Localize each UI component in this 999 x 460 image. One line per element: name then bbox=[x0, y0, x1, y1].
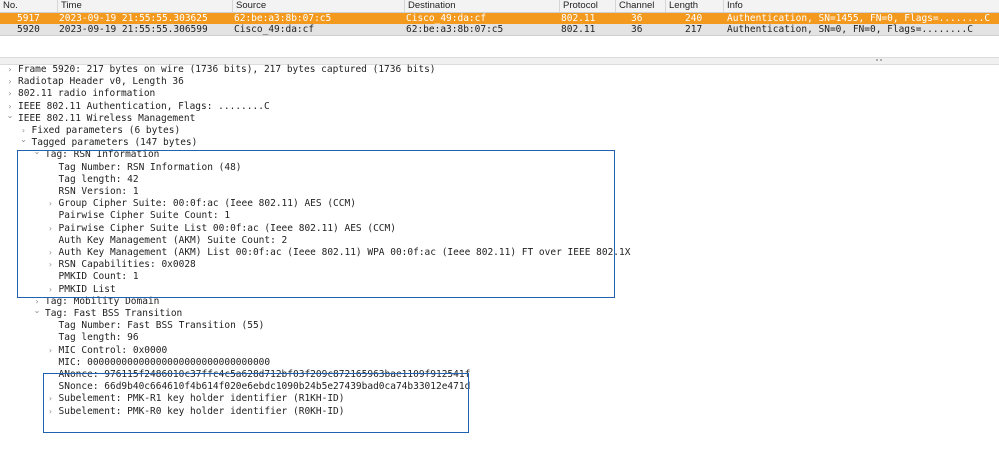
detail-line-text: MIC Control: 0x0000 bbox=[58, 344, 168, 356]
packet-info: Authentication, SN=1455, FN=0, Flags=...… bbox=[727, 13, 991, 24]
packet-length: 217 bbox=[685, 24, 703, 35]
chevron-right-icon[interactable]: › bbox=[47, 247, 55, 259]
detail-line-text: Group Cipher Suite: 00:0f:ac (Ieee 802.1… bbox=[58, 198, 356, 210]
splitter-grip-icon bbox=[876, 58, 882, 61]
packet-time: 2023-09-19 21:55:55.303625 bbox=[59, 13, 208, 24]
chevron-down-icon[interactable]: ⌄ bbox=[6, 110, 14, 122]
detail-line-text: RSN Version: 1 bbox=[58, 186, 139, 197]
detail-line-text: Tag length: 42 bbox=[58, 173, 139, 185]
detail-line-text: MIC: 00000000000000000000000000000000 bbox=[58, 356, 271, 368]
detail-line-text: Pairwise Cipher Suite List 00:0f:ac (Iee… bbox=[58, 222, 396, 234]
detail-line-text: PMKID Count: 1 bbox=[58, 271, 139, 283]
chevron-right-icon[interactable]: › bbox=[47, 406, 55, 418]
packet-info: Authentication, SN=0, FN=0, Flags=......… bbox=[727, 24, 973, 35]
packet-destination: 62:be:a3:8b:07:c5 bbox=[406, 24, 504, 35]
detail-line-text: Auth Key Management (AKM) List 00:0f:ac … bbox=[58, 247, 631, 258]
packet-time: 2023-09-19 21:55:55.306599 bbox=[59, 24, 208, 35]
packet-no: 5917 bbox=[17, 13, 40, 24]
chevron-right-icon[interactable]: › bbox=[6, 76, 14, 88]
detail-line-text: Tag: Mobility Domain bbox=[45, 295, 160, 307]
packet-row[interactable]: 5920 2023-09-19 21:55:55.306599 Cisco_49… bbox=[0, 24, 999, 36]
detail-line-text: 802.11 radio information bbox=[18, 88, 156, 100]
chevron-right-icon[interactable]: › bbox=[47, 259, 55, 271]
packet-no: 5920 bbox=[17, 24, 40, 35]
packet-destination: Cisco_49:da:cf bbox=[406, 13, 487, 24]
detail-line-text: SNonce: 66d9b40c664610f4b614f020e6ebdc10… bbox=[58, 381, 471, 393]
detail-line-text: Tag Number: Fast BSS Transition (55) bbox=[58, 320, 265, 332]
chevron-right-icon[interactable]: › bbox=[47, 284, 55, 296]
detail-line-text: Tagged parameters (147 bytes) bbox=[31, 137, 198, 149]
packet-source: 62:be:a3:8b:07:c5 bbox=[234, 13, 332, 24]
column-header-destination[interactable]: Destination bbox=[404, 0, 559, 12]
detail-line-text: PMKID List bbox=[58, 283, 116, 295]
column-header-time[interactable]: Time bbox=[57, 0, 232, 12]
detail-line-text: Radiotap Header v0, Length 36 bbox=[18, 76, 184, 88]
detail-line-text: Pairwise Cipher Suite Count: 1 bbox=[58, 210, 231, 222]
detail-line-text: Fixed parameters (6 bytes) bbox=[31, 125, 181, 136]
packet-protocol: 802.11 bbox=[561, 13, 596, 24]
detail-line-text: Tag length: 96 bbox=[58, 332, 139, 344]
column-header-source[interactable]: Source bbox=[232, 0, 404, 12]
detail-line-text: Auth Key Management (AKM) Suite Count: 2 bbox=[58, 234, 288, 246]
packet-protocol: 802.11 bbox=[561, 24, 596, 35]
detail-line-text: Frame 5920: 217 bytes on wire (1736 bits… bbox=[18, 64, 436, 75]
packet-source: Cisco_49:da:cf bbox=[234, 24, 315, 35]
column-header-length[interactable]: Length bbox=[665, 0, 723, 12]
detail-line-text: Tag: Fast BSS Transition bbox=[45, 308, 183, 319]
detail-line-text: Tag Number: RSN Information (48) bbox=[58, 161, 242, 173]
packet-channel: 36 bbox=[631, 24, 643, 35]
chevron-down-icon[interactable]: ⌄ bbox=[33, 305, 41, 317]
chevron-right-icon[interactable]: › bbox=[6, 88, 14, 100]
packet-channel: 36 bbox=[631, 13, 643, 24]
column-header-no[interactable]: No. bbox=[0, 0, 57, 12]
chevron-down-icon[interactable]: ⌄ bbox=[33, 146, 41, 158]
packet-row-selected[interactable]: 5917 2023-09-19 21:55:55.303625 62:be:a3… bbox=[0, 13, 999, 24]
chevron-right-icon[interactable]: › bbox=[47, 393, 55, 405]
detail-line-text: Subelement: PMK-R0 key holder identifier… bbox=[58, 405, 345, 417]
chevron-down-icon[interactable]: ⌄ bbox=[20, 134, 28, 146]
detail-line-text: ANonce: 976115f2486010c37ffc4c5a628d712b… bbox=[58, 369, 471, 380]
chevron-right-icon[interactable]: › bbox=[47, 345, 55, 357]
detail-line-text: Subelement: PMK-R1 key holder identifier… bbox=[58, 393, 345, 405]
packet-length: 240 bbox=[685, 13, 703, 24]
column-header-channel[interactable]: Channel bbox=[615, 0, 665, 12]
column-header-protocol[interactable]: Protocol bbox=[559, 0, 615, 12]
chevron-right-icon[interactable]: › bbox=[47, 198, 55, 210]
chevron-right-icon[interactable]: › bbox=[6, 64, 14, 76]
chevron-right-icon[interactable]: › bbox=[47, 223, 55, 235]
detail-line-text: IEEE 802.11 Authentication, Flags: .....… bbox=[18, 100, 270, 112]
detail-line-text: Tag: RSN Information bbox=[45, 149, 160, 161]
packet-list-header: No. Time Source Destination Protocol Cha… bbox=[0, 0, 999, 13]
detail-line-text: RSN Capabilities: 0x0028 bbox=[58, 259, 196, 271]
column-header-info[interactable]: Info bbox=[723, 0, 999, 12]
detail-line-text: IEEE 802.11 Wireless Management bbox=[18, 112, 196, 124]
